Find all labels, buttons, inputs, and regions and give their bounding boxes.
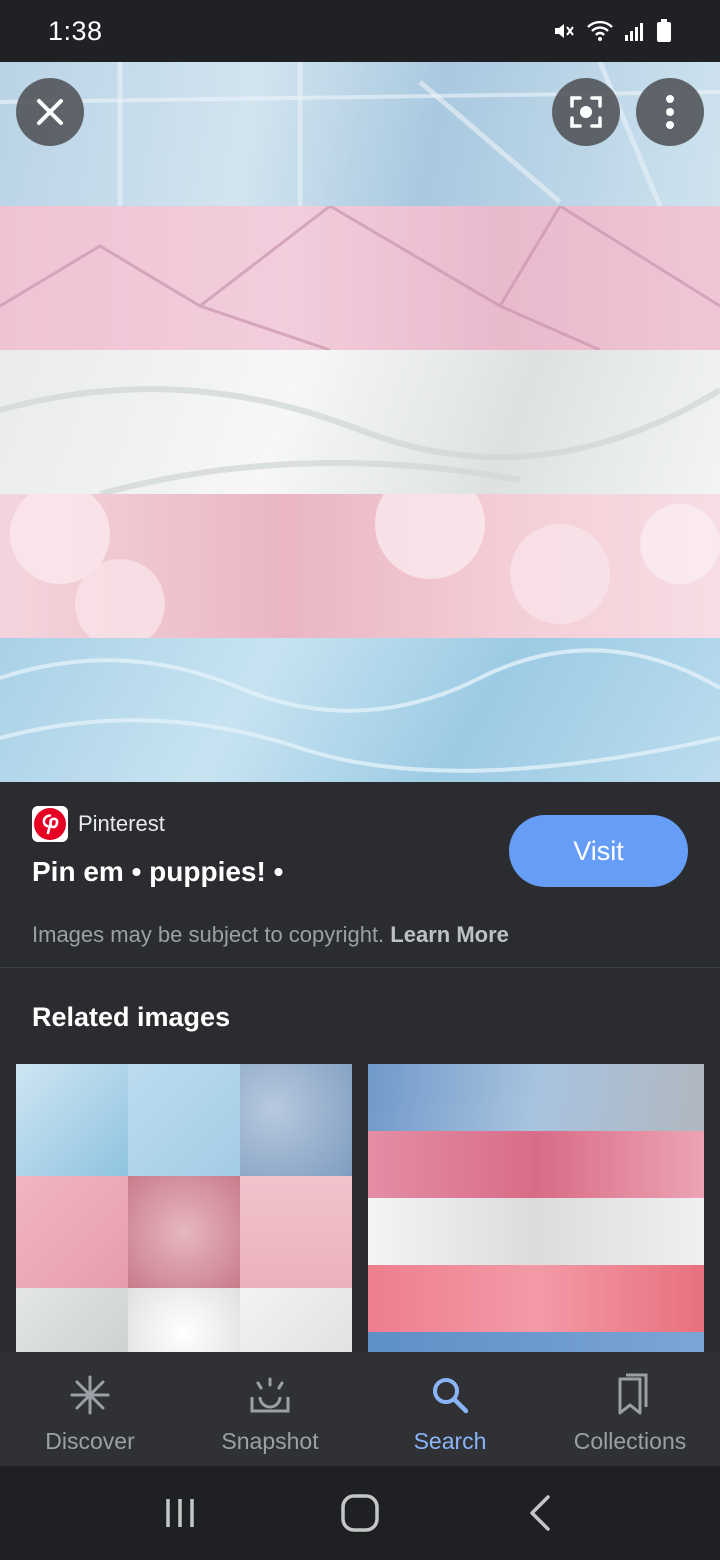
learn-more-link[interactable]: Learn More <box>390 922 509 947</box>
home-button[interactable] <box>320 1483 400 1543</box>
related-images-section: Related images <box>0 968 720 1352</box>
related-image-thumbnail[interactable] <box>368 1064 704 1352</box>
image-stripe-blue-top <box>0 62 720 206</box>
thumbnail-cell <box>240 1288 352 1352</box>
visit-button[interactable]: Visit <box>509 815 688 887</box>
battery-icon <box>656 19 672 43</box>
thumbnail-cell <box>128 1288 240 1352</box>
search-icon <box>430 1372 470 1418</box>
image-stripe-white <box>0 350 720 494</box>
home-icon <box>341 1494 379 1532</box>
thumbnail-band <box>368 1198 704 1265</box>
preview-image[interactable] <box>0 62 720 782</box>
thumbnail-cell <box>128 1064 240 1176</box>
nav-search[interactable]: Search <box>360 1352 540 1466</box>
back-button[interactable] <box>500 1483 580 1543</box>
thumbnail-cell <box>16 1176 128 1288</box>
result-title[interactable]: Pin em • puppies! • <box>32 856 283 888</box>
status-time: 1:38 <box>48 15 103 46</box>
source-row[interactable]: Pinterest <box>32 806 165 842</box>
lens-icon <box>570 96 602 128</box>
thumbnail-cell <box>16 1288 128 1352</box>
more-options-button[interactable] <box>636 78 704 146</box>
close-button[interactable] <box>16 78 84 146</box>
recents-button[interactable] <box>140 1483 220 1543</box>
copyright-text: Images may be subject to copyright. <box>32 922 385 947</box>
nav-collections[interactable]: Collections <box>540 1352 720 1466</box>
image-stripe-pink-top <box>0 206 720 350</box>
related-image-thumbnail[interactable] <box>16 1064 352 1352</box>
source-name: Pinterest <box>78 811 165 836</box>
lens-search-button[interactable] <box>552 78 620 146</box>
collections-icon <box>610 1372 650 1418</box>
nav-search-label: Search <box>413 1428 487 1454</box>
snapshot-icon <box>248 1372 292 1418</box>
image-stripe-pink-bottom <box>0 494 720 638</box>
status-icons <box>552 19 672 43</box>
image-stripe-blue-bottom <box>0 638 720 782</box>
thumbnail-cell <box>16 1064 128 1176</box>
back-icon <box>530 1495 550 1531</box>
nav-discover[interactable]: Discover <box>0 1352 180 1466</box>
thumbnail-cell <box>240 1064 352 1176</box>
thumbnail-cell <box>128 1176 240 1288</box>
system-navigation-bar <box>0 1466 720 1560</box>
nav-snapshot[interactable]: Snapshot <box>180 1352 360 1466</box>
thumbnail-cell <box>240 1176 352 1288</box>
recents-icon <box>166 1499 194 1527</box>
thumbnail-band <box>368 1332 704 1352</box>
pinterest-logo-icon <box>32 806 68 842</box>
mute-icon <box>552 19 576 43</box>
close-icon <box>37 99 63 125</box>
wifi-icon <box>586 19 614 43</box>
asterisk-icon <box>69 1372 111 1418</box>
copyright-notice: Images may be subject to copyright. Lear… <box>32 922 509 948</box>
related-images-heading: Related images <box>32 1002 231 1032</box>
nav-discover-label: Discover <box>45 1428 135 1454</box>
image-info-panel: Pinterest Pin em • puppies! • Visit Imag… <box>0 782 720 968</box>
nav-snapshot-label: Snapshot <box>221 1428 319 1454</box>
thumbnail-band <box>368 1131 704 1198</box>
more-vert-icon <box>666 95 674 129</box>
thumbnail-band <box>368 1064 704 1131</box>
thumbnail-band <box>368 1265 704 1332</box>
nav-collections-label: Collections <box>573 1428 687 1454</box>
signal-icon <box>624 20 646 42</box>
status-bar: 1:38 <box>0 0 720 62</box>
bottom-navigation: Discover Snapshot Search Collections <box>0 1352 720 1466</box>
